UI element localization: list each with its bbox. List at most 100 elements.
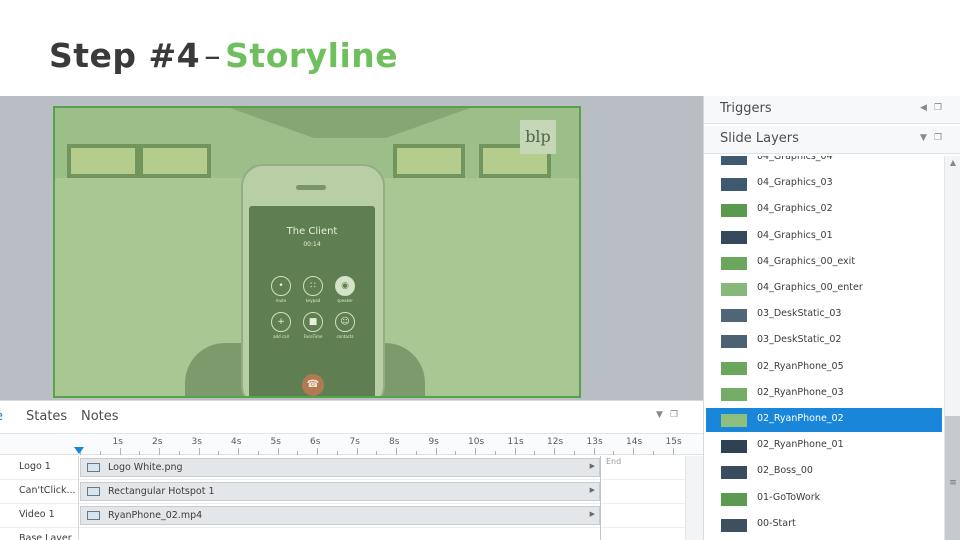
layer-thumbnail (721, 466, 747, 480)
call-duration: 00:14 (303, 241, 321, 248)
layer-item[interactable]: 04_Graphics_04 (706, 156, 942, 170)
phone-button-label: speaker (337, 298, 353, 303)
timeline-row-name: Logo 1 (19, 461, 51, 472)
ruler-tick-mark (178, 451, 180, 455)
layer-thumbnail (721, 204, 747, 218)
chevron-down-icon[interactable]: ▼ (920, 133, 927, 143)
layer-item[interactable]: 04_Graphics_01 (706, 225, 942, 249)
ruler-tick-mark (317, 448, 318, 455)
timeline-row[interactable]: Logo 1 Logo White.png ▶ (0, 456, 685, 480)
layer-thumbnail (721, 414, 747, 427)
layer-item[interactable]: 02_RyanPhone_03 (706, 382, 942, 406)
chevron-left-icon[interactable]: ◀ (920, 103, 927, 113)
ruler-tick-mark (475, 448, 476, 455)
layer-item[interactable]: 04_Graphics_03 (706, 172, 942, 196)
expand-arrow-icon[interactable]: ▶ (590, 486, 595, 494)
playhead-marker[interactable] (74, 447, 84, 454)
layer-thumbnail (721, 361, 747, 375)
layer-item[interactable]: 03_DeskStatic_03 (706, 303, 942, 327)
ruler-tick-label: 12s (547, 437, 564, 447)
restore-window-icon[interactable]: ❐ (934, 103, 942, 113)
ruler-tick-mark (633, 448, 634, 455)
video-file-icon (87, 511, 100, 520)
timeline-row[interactable]: Can'tClick... Rectangular Hotspot 1 ▶ (0, 480, 685, 504)
ruler-tick-label: 2s (152, 437, 163, 447)
layer-item[interactable]: 01-GoToWork (706, 487, 942, 511)
timeline-bar-label: Rectangular Hotspot 1 (108, 486, 215, 497)
slide-canvas[interactable]: The Client 00:14 • mute ∷ keypad ◉ speaker + ad… (53, 106, 581, 398)
timeline-bar[interactable]: RyanPhone_02.mp4 ▶ (80, 506, 600, 525)
timeline-bar-label: RyanPhone_02.mp4 (108, 510, 203, 521)
ruler-tick-label: 7s (349, 437, 360, 447)
ruler-tick-label: 6s (310, 437, 321, 447)
ruler-tick-mark (119, 448, 121, 455)
layer-thumbnail (721, 283, 747, 296)
ruler-tick-mark (455, 451, 457, 455)
layer-name: 02_RyanPhone_03 (757, 386, 844, 398)
layer-item[interactable]: 03_DeskStatic_02 (706, 329, 942, 353)
layer-name: 04_Graphics_00_exit (757, 255, 856, 267)
ruler-tick-mark (494, 451, 496, 455)
layer-thumbnail (721, 335, 747, 349)
end-call-icon: ☎ (302, 374, 324, 396)
layer-thumbnail (721, 156, 747, 165)
layer-thumbnail (721, 387, 747, 401)
timeline-end-line[interactable] (600, 456, 601, 540)
timeline-bar[interactable]: Rectangular Hotspot 1 ▶ (80, 482, 600, 501)
tab-notes[interactable]: Notes (81, 409, 119, 424)
tab-states[interactable]: States (26, 409, 67, 424)
timeline-bar[interactable]: Logo White.png ▶ (80, 458, 600, 477)
ruler-tick-label: 8s (389, 437, 400, 447)
timeline-row[interactable]: Base Layer (0, 528, 685, 540)
layer-item[interactable]: 02_RyanPhone_02 (706, 408, 942, 432)
layer-item[interactable]: 00-Start (706, 513, 942, 537)
ruler-tick-label: 4s (231, 437, 242, 447)
layer-item[interactable]: 04_Graphics_02 (706, 198, 942, 222)
layer-item[interactable]: 04_Graphics_00_exit (706, 251, 942, 275)
timeline-scrollbar[interactable] (685, 456, 703, 540)
restore-window-icon[interactable]: ❐ (934, 133, 942, 143)
speaker-icon: ◉ (335, 276, 355, 296)
ruler-tick-mark (238, 448, 239, 455)
expand-arrow-icon[interactable]: ▶ (590, 462, 595, 470)
layer-item[interactable]: 02_RyanPhone_05 (706, 356, 942, 380)
timeline-row-name: Can'tClick... (19, 485, 76, 496)
contact-icon: ☺ (335, 312, 355, 332)
layers-scrollbar[interactable]: ▲ ≡ (944, 156, 960, 540)
ruler-tick-mark (159, 448, 160, 455)
triggers-title: Triggers (720, 101, 772, 116)
layer-item[interactable]: 02_RyanPhone_01 (706, 434, 942, 458)
layer-thumbnail (721, 518, 747, 532)
restore-window-icon[interactable]: ❐ (670, 410, 678, 420)
ruler-tick-mark (514, 448, 516, 455)
ruler-tick-label: 11s (507, 437, 524, 447)
ruler-tick-mark (356, 448, 358, 455)
layer-thumbnail (721, 230, 747, 244)
layer-thumbnail (721, 440, 747, 454)
chevron-down-icon[interactable]: ▼ (656, 410, 663, 420)
slide-layers-header[interactable]: Slide Layers ▼ ❐ (704, 126, 960, 154)
phone-speaker (296, 185, 326, 190)
phone-button-label: add call (273, 334, 289, 339)
ruler-tick-label: 9s (428, 437, 439, 447)
layer-thumbnail (721, 256, 747, 270)
layer-item[interactable]: 04_Graphics_00_enter (706, 277, 942, 301)
layer-item[interactable]: 02_Boss_00 (706, 460, 942, 484)
ruler-tick-mark (99, 451, 101, 455)
tab-timeline[interactable]: e (0, 409, 3, 424)
phone-button-label: contacts (336, 334, 354, 339)
timeline-end-label: End (606, 457, 622, 466)
timeline-ruler[interactable]: 1s 2s 3s 4s 5s 6s 7s 8s 9s 10s 11s 12s 13s 14s 15s (0, 433, 703, 455)
scroll-up-icon[interactable]: ▲ (945, 158, 960, 170)
triggers-header[interactable]: Triggers ◀ ❐ (704, 96, 960, 124)
timeline-row[interactable]: Video 1 RyanPhone_02.mp4 ▶ (0, 504, 685, 528)
image-icon (87, 463, 100, 472)
ruler-tick-mark (257, 451, 259, 455)
ruler-tick-label: 14s (626, 437, 643, 447)
ruler-tick-mark (415, 451, 417, 455)
layer-thumbnail (721, 309, 747, 323)
layer-name: 01-GoToWork (757, 491, 821, 503)
expand-arrow-icon[interactable]: ▶ (590, 510, 595, 518)
title-separator: – (204, 36, 222, 75)
ruler-tick-mark (336, 451, 338, 455)
